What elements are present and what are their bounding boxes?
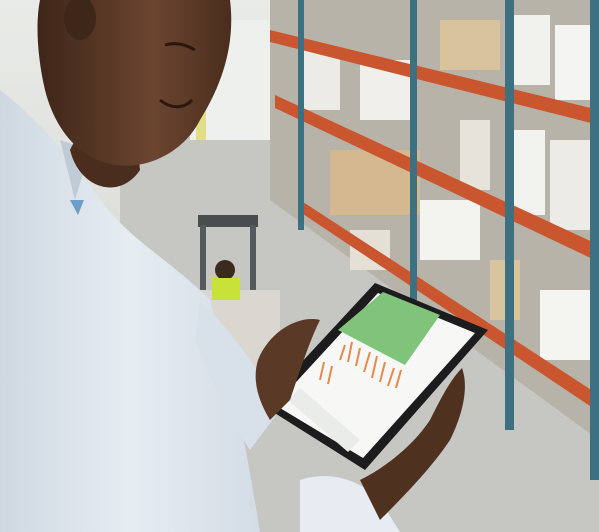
box — [510, 15, 550, 85]
shelf-upright — [590, 0, 599, 480]
shelf-upright — [505, 0, 514, 430]
box — [440, 20, 500, 70]
box — [460, 120, 490, 190]
photo-canvas — [0, 0, 599, 532]
shelf-upright — [298, 0, 304, 230]
box — [540, 290, 595, 360]
warehouse-photo — [0, 0, 599, 532]
operator-head — [215, 260, 235, 280]
box — [420, 200, 480, 260]
shelf-upright — [410, 0, 417, 300]
safety-vest — [212, 278, 240, 300]
box — [550, 140, 595, 230]
box — [300, 50, 340, 110]
box — [555, 25, 595, 100]
